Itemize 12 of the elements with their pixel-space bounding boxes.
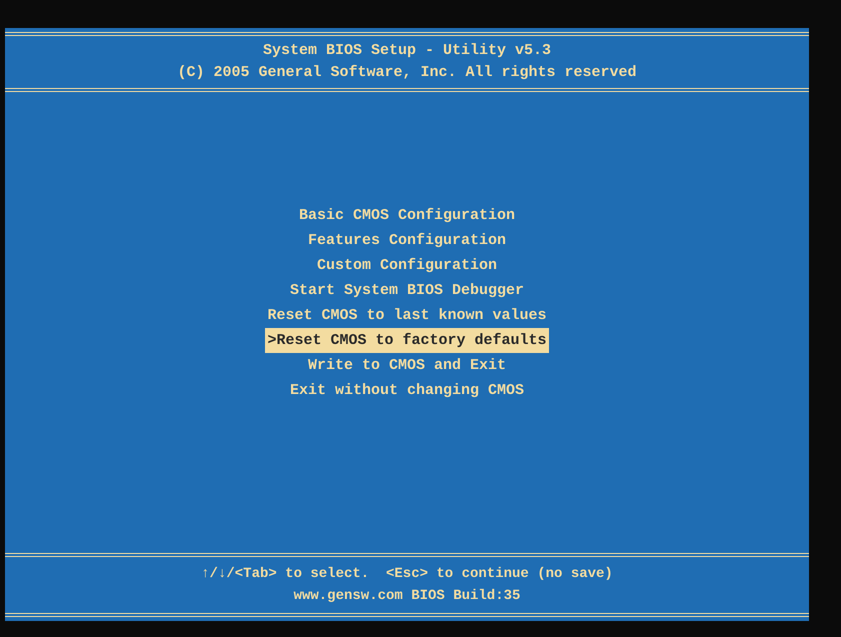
menu-item[interactable]: Features Configuration <box>306 228 508 252</box>
menu-item[interactable]: Custom Configuration <box>314 252 500 278</box>
menu-item[interactable]: Write to CMOS and Exit <box>306 352 508 378</box>
bios-title: System BIOS Setup - Utility v5.3 <box>262 41 552 61</box>
navigation-hint: ↑/↓/<Tab> to select. <Esc> to continue (no save) <box>201 565 613 584</box>
menu-item[interactable]: >Reset CMOS to factory defaults <box>265 328 549 352</box>
menu-item[interactable]: Basic CMOS Configuration <box>296 202 518 228</box>
menu-item[interactable]: Reset CMOS to last known values <box>265 302 549 328</box>
copyright-text: (C) 2005 General Software, Inc. All rights reserved <box>177 63 637 83</box>
menu-item[interactable]: Exit without changing CMOS <box>288 378 526 402</box>
build-info: www.gensw.com BIOS Build:35 <box>294 587 520 606</box>
menu-item[interactable]: Start System BIOS Debugger <box>288 278 526 302</box>
